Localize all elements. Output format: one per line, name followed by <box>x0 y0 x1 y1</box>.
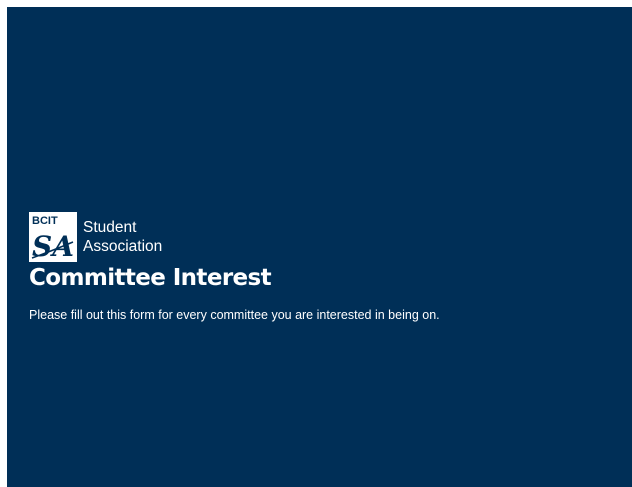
logo-mark-bcit-text: BCIT <box>32 215 58 227</box>
logo-line-student: Student <box>83 219 137 236</box>
logo-line-association: Association <box>83 238 163 255</box>
form-description: Please fill out this form for every comm… <box>29 308 440 322</box>
form-header-content: BCIT SA Student Association Committee In… <box>29 212 619 323</box>
sa-logo-graphic: BCIT SA <box>31 215 74 262</box>
form-title: Committee Interest <box>29 265 272 291</box>
logo-mark-initials: SA <box>32 230 74 262</box>
logo-wordmark: Student Association <box>83 218 162 256</box>
bcit-sa-logo: BCIT SA Student Association <box>29 212 619 262</box>
sa-logo-mark: BCIT SA <box>29 212 77 262</box>
form-header-panel: BCIT SA Student Association Committee In… <box>7 7 632 487</box>
